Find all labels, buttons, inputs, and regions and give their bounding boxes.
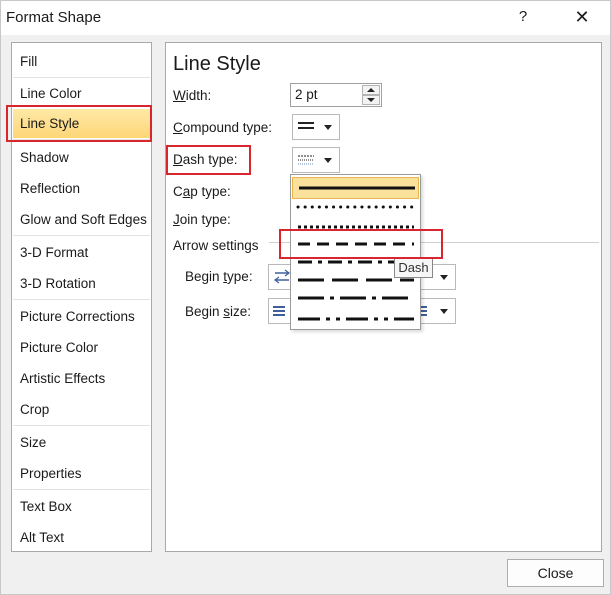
nav-item-3d-rotation[interactable]: 3-D Rotation bbox=[13, 269, 150, 298]
format-shape-dialog: Format Shape ? ✕ Fill Line Color Line St… bbox=[0, 0, 611, 595]
nav-item-shadow[interactable]: Shadow bbox=[13, 143, 150, 172]
dash-option-solid[interactable] bbox=[292, 177, 419, 199]
help-button[interactable]: ? bbox=[509, 4, 537, 30]
nav-item-alt-text[interactable]: Alt Text bbox=[13, 523, 150, 552]
nav-item-line-color[interactable]: Line Color bbox=[13, 79, 150, 108]
chevron-down-icon bbox=[440, 309, 448, 314]
spin-down-icon[interactable] bbox=[362, 95, 380, 105]
join-type-label: Join type: bbox=[173, 212, 231, 227]
width-label: Width: bbox=[173, 88, 211, 103]
nav-divider bbox=[13, 425, 150, 426]
begin-size-label: Begin size: bbox=[185, 304, 251, 319]
cap-type-label: Cap type: bbox=[173, 184, 231, 199]
compound-lines-icon bbox=[298, 122, 314, 129]
nav-item-size[interactable]: Size bbox=[13, 428, 150, 457]
dialog-title: Format Shape bbox=[6, 9, 102, 26]
title-bar: Format Shape ? ✕ bbox=[1, 1, 610, 35]
close-button[interactable]: Close bbox=[507, 559, 604, 587]
width-label-text: idth: bbox=[185, 88, 212, 103]
width-value[interactable]: 2 pt bbox=[295, 87, 318, 102]
dash-option-round-dot[interactable] bbox=[292, 197, 419, 219]
nav-item-reflection[interactable]: Reflection bbox=[13, 174, 150, 203]
dash-type-dropdown[interactable] bbox=[292, 147, 340, 173]
chevron-down-icon bbox=[324, 125, 332, 130]
nav-item-artistic-effects[interactable]: Artistic Effects bbox=[13, 364, 150, 393]
compound-type-dropdown[interactable] bbox=[292, 114, 340, 140]
join-label-text: oin type: bbox=[179, 212, 231, 227]
nav-divider bbox=[13, 299, 150, 300]
nav-item-properties[interactable]: Properties bbox=[13, 459, 150, 488]
nav-item-3d-format[interactable]: 3-D Format bbox=[13, 238, 150, 267]
panel-title: Line Style bbox=[173, 53, 261, 75]
width-label-access-key: W bbox=[173, 88, 186, 103]
join-label-access-key: J bbox=[173, 212, 180, 227]
round-dot-line-icon bbox=[296, 205, 416, 209]
begin-type-text: ype: bbox=[227, 269, 253, 284]
arrow-settings-heading: Arrow settings bbox=[173, 238, 259, 253]
chevron-down-icon bbox=[324, 158, 332, 163]
dash-pattern-icon bbox=[298, 155, 314, 165]
spinner-buttons bbox=[362, 85, 380, 105]
highlight-box-dash-option bbox=[279, 229, 443, 259]
nav-item-crop[interactable]: Crop bbox=[13, 395, 150, 424]
compound-label-access-key: C bbox=[173, 120, 183, 135]
spin-up-icon[interactable] bbox=[362, 85, 380, 95]
nav-divider bbox=[13, 235, 150, 236]
width-spinner[interactable]: 2 pt bbox=[290, 83, 382, 107]
begin-type-label: Begin type: bbox=[185, 269, 253, 284]
nav-divider bbox=[13, 489, 150, 490]
cap-label-text: p type: bbox=[190, 184, 231, 199]
begin-type-prefix: Begin bbox=[185, 269, 224, 284]
nav-item-picture-corrections[interactable]: Picture Corrections bbox=[13, 302, 150, 331]
highlight-box-line-style bbox=[6, 105, 152, 142]
chevron-down-icon bbox=[440, 275, 448, 280]
compound-label-text: ompound type: bbox=[182, 120, 273, 135]
highlight-box-dash-type bbox=[166, 145, 251, 175]
dash-tooltip: Dash bbox=[394, 258, 433, 278]
nav-item-picture-color[interactable]: Picture Color bbox=[13, 333, 150, 362]
cap-label-prefix: C bbox=[173, 184, 183, 199]
nav-item-glow-soft-edges[interactable]: Glow and Soft Edges bbox=[13, 205, 150, 234]
nav-divider bbox=[13, 77, 150, 78]
compound-type-label: Compound type: bbox=[173, 120, 272, 135]
begin-size-prefix: Begin bbox=[185, 304, 224, 319]
dash-option-long-dash-dot-dot[interactable] bbox=[292, 309, 419, 331]
nav-item-text-box[interactable]: Text Box bbox=[13, 492, 150, 521]
begin-size-text: ize: bbox=[230, 304, 252, 319]
nav-item-fill[interactable]: Fill bbox=[13, 47, 150, 76]
long-dash-dot-dot-line-icon bbox=[298, 317, 414, 321]
close-window-button[interactable]: ✕ bbox=[567, 4, 597, 30]
